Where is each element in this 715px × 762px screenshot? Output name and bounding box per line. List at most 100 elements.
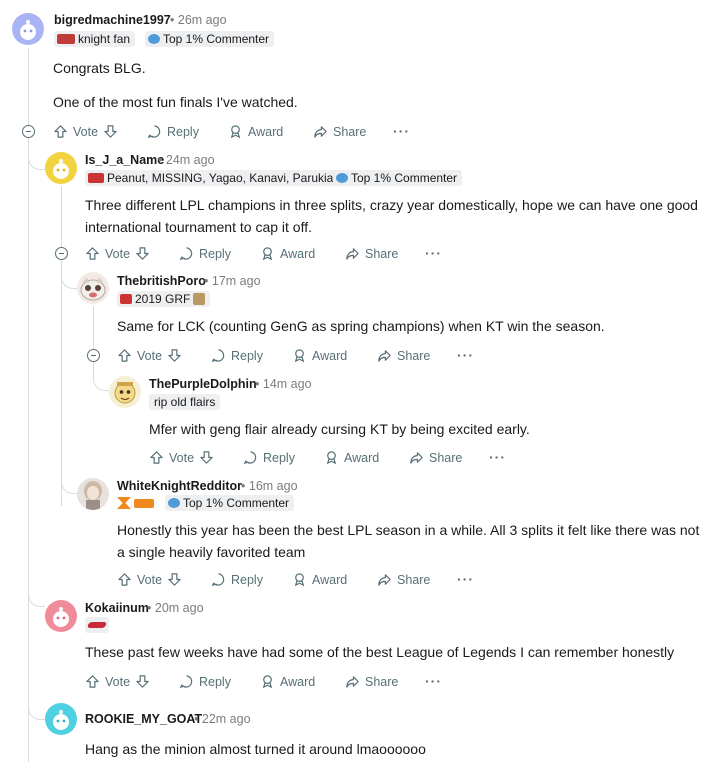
reply-icon (211, 573, 225, 587)
separator: • (147, 601, 152, 615)
more-options-button[interactable]: ··· (489, 449, 506, 465)
collapse-thread-button[interactable] (55, 247, 68, 260)
collapse-thread-button[interactable] (87, 349, 100, 362)
more-options-button[interactable]: ··· (425, 245, 442, 261)
share-button[interactable]: Share (377, 348, 430, 363)
top-commenter-icon (336, 173, 348, 183)
award-button[interactable]: Award (324, 450, 379, 465)
reply-button[interactable]: Reply (211, 572, 263, 587)
upvote-icon[interactable] (117, 572, 132, 587)
downvote-icon[interactable] (167, 348, 182, 363)
downvote-icon[interactable] (135, 674, 150, 689)
avatar[interactable] (109, 376, 141, 408)
user-flair: Top 1% Commenter (145, 31, 275, 47)
avatar[interactable] (77, 272, 109, 304)
share-label: Share (365, 246, 399, 261)
share-button[interactable]: Share (345, 674, 398, 689)
award-label: Award (280, 246, 316, 261)
comment-time: • 16m ago (241, 479, 298, 493)
downvote-icon[interactable] (103, 124, 118, 139)
avatar[interactable] (45, 152, 77, 184)
reply-button[interactable]: Reply (211, 348, 263, 363)
share-button[interactable]: Share (377, 572, 430, 587)
comment-body: Three different LPL champions in three s… (85, 197, 698, 235)
comment-author[interactable]: ThebritishPoro (117, 274, 206, 288)
avatar[interactable] (45, 703, 77, 735)
award-label: Award (312, 572, 348, 587)
vote-label: Vote (73, 124, 99, 139)
upvote-icon[interactable] (117, 348, 132, 363)
comment-author[interactable]: ThePurpleDolphin (149, 377, 257, 391)
vote-button[interactable]: Vote (149, 450, 214, 465)
comment-author[interactable]: Kokaiinum (85, 601, 149, 615)
flair-text: knight fan (78, 32, 131, 46)
flair-text: 2019 GRF (135, 292, 191, 306)
share-icon (314, 126, 327, 138)
reply-button[interactable]: Reply (179, 674, 231, 689)
comment-author[interactable]: bigredmachine1997 (54, 13, 171, 27)
share-button[interactable]: Share (409, 450, 462, 465)
award-button[interactable]: Award (292, 348, 347, 363)
avatar[interactable] (45, 600, 77, 632)
award-label: Award (312, 348, 348, 363)
downvote-icon[interactable] (167, 572, 182, 587)
vote-button[interactable]: Vote (85, 674, 150, 689)
user-flair: Top 1% Commenter (333, 170, 463, 186)
knight-flair-icon (57, 34, 75, 44)
share-icon (410, 452, 423, 464)
reply-icon (243, 451, 257, 465)
comment-author[interactable]: ROOKIE_MY_GOAT (85, 712, 202, 726)
share-label: Share (365, 674, 399, 689)
more-options-button[interactable]: ··· (457, 347, 474, 363)
flair-text: Top 1% Commenter (163, 32, 270, 46)
more-options-button[interactable]: ··· (457, 571, 474, 587)
vote-button[interactable]: Vote (117, 572, 182, 587)
separator: • (241, 479, 246, 493)
award-button[interactable]: Award (260, 246, 315, 261)
award-icon (294, 349, 305, 363)
reply-button[interactable]: Reply (147, 124, 199, 139)
comment-body: Hang as the minion almost turned it arou… (85, 741, 426, 757)
award-icon (294, 573, 305, 587)
avatar[interactable] (77, 478, 109, 510)
comment-body: Mfer with geng flair already cursing KT … (149, 421, 530, 437)
downvote-icon[interactable] (135, 246, 150, 261)
more-options-button[interactable]: ··· (393, 123, 410, 139)
upvote-icon[interactable] (85, 246, 100, 261)
thread-elbow (61, 263, 78, 494)
reply-button[interactable]: Reply (243, 450, 295, 465)
comment-author[interactable]: WhiteKnightRedditor (117, 479, 242, 493)
separator: • (158, 153, 163, 167)
user-flair: 2019 GRF (117, 291, 211, 307)
vote-button[interactable]: Vote (53, 124, 118, 139)
grf-flair-icon (120, 294, 132, 304)
vote-label: Vote (169, 450, 195, 465)
more-options-button[interactable]: ··· (425, 673, 442, 689)
share-button[interactable]: Share (345, 246, 398, 261)
vote-label: Vote (137, 348, 163, 363)
vote-button[interactable]: Vote (85, 246, 150, 261)
comment-author[interactable]: Is_J_a_Name (85, 153, 164, 167)
upvote-icon[interactable] (53, 124, 68, 139)
upvote-icon[interactable] (85, 674, 100, 689)
downvote-icon[interactable] (199, 450, 214, 465)
vote-button[interactable]: Vote (117, 348, 182, 363)
comment-body: Congrats BLG. (53, 60, 146, 76)
upvote-icon[interactable] (149, 450, 164, 465)
award-button[interactable]: Award (260, 674, 315, 689)
reply-label: Reply (199, 674, 231, 689)
avatar[interactable] (12, 13, 44, 45)
comment-time: • 17m ago (204, 274, 261, 288)
award-button[interactable]: Award (292, 572, 347, 587)
top-commenter-icon (168, 498, 180, 508)
separator: • (170, 13, 175, 27)
flair-text: Top 1% Commenter (183, 496, 290, 510)
reply-button[interactable]: Reply (179, 246, 231, 261)
flair-text: rip old flairs (154, 395, 216, 409)
award-button[interactable]: Award (228, 124, 283, 139)
share-button[interactable]: Share (313, 124, 366, 139)
vote-label: Vote (105, 674, 131, 689)
collapse-thread-button[interactable] (22, 125, 35, 138)
reply-label: Reply (231, 348, 263, 363)
separator: • (204, 274, 209, 288)
